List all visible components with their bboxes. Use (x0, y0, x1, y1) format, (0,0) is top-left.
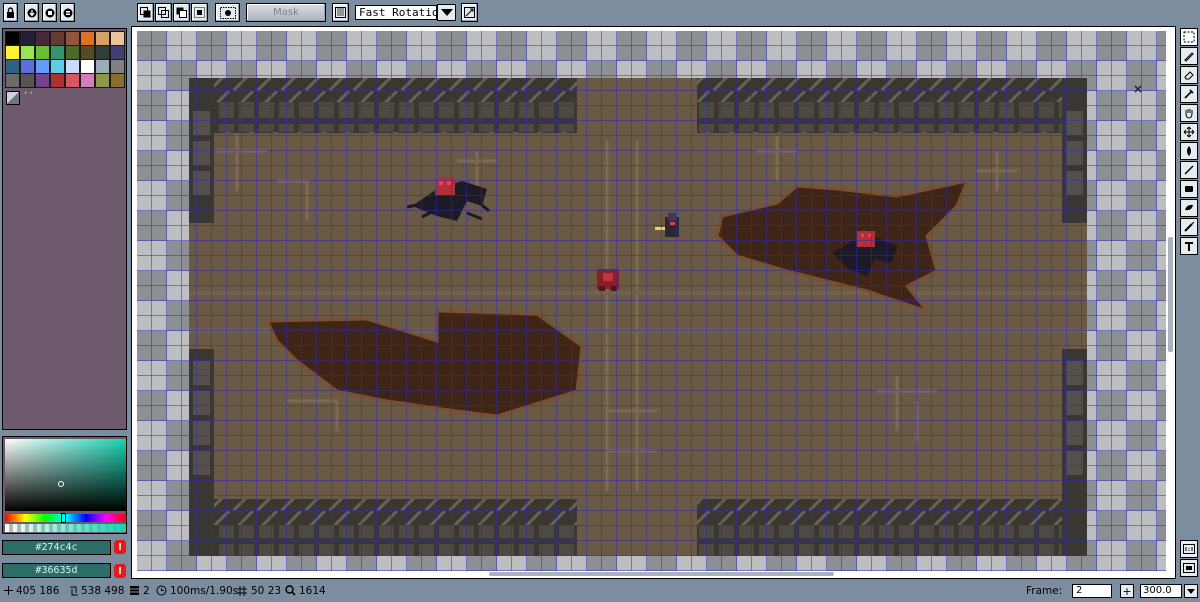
clock-icon (156, 585, 167, 596)
rectangle-icon[interactable] (1180, 180, 1198, 198)
pixel-perfect-icon[interactable] (332, 3, 349, 22)
zoom-percent: 1614 (299, 585, 326, 597)
fit-to-window-icon[interactable] (1180, 559, 1198, 577)
layer-number: 2 (143, 585, 150, 597)
palette-swatch[interactable] (19, 30, 35, 46)
palette-panel: '' (2, 28, 127, 430)
selection-subtract-icon[interactable] (173, 3, 190, 22)
view-tools (1180, 540, 1198, 578)
cursor-position-icon (4, 586, 13, 595)
eraser-icon[interactable] (1180, 66, 1198, 84)
alpha-slider[interactable] (5, 524, 126, 532)
palette-options-icon[interactable] (6, 91, 20, 105)
menu-icon[interactable] (60, 3, 75, 22)
selection-replace-icon[interactable] (137, 3, 154, 22)
zoom-icon (285, 585, 296, 596)
blur-icon[interactable] (1180, 218, 1198, 236)
palette-swatch[interactable] (19, 44, 35, 60)
palette-swatch[interactable] (34, 72, 50, 88)
move-icon[interactable] (1180, 123, 1198, 141)
palette-swatch[interactable] (34, 30, 50, 46)
warning-icon[interactable]: ! (114, 540, 126, 554)
palette-swatch[interactable] (94, 58, 110, 74)
transparent-color-icon[interactable] (215, 3, 240, 22)
vertical-scroll-thumb[interactable] (1168, 237, 1173, 352)
ellipse-icon[interactable] (1180, 199, 1198, 217)
palette-grid (4, 30, 126, 88)
lock-icon[interactable] (3, 3, 18, 22)
mask-button[interactable]: Mask (246, 3, 326, 22)
new-frame-button[interactable]: + (1120, 584, 1134, 598)
color-picker (2, 436, 127, 534)
palette-swatch[interactable] (19, 72, 35, 88)
palette-swatch[interactable] (4, 44, 20, 60)
background-color-field[interactable]: #36635d (2, 563, 111, 578)
sprite-canvas-image[interactable] (137, 31, 1167, 573)
palette-swatch[interactable] (109, 30, 125, 46)
frame-input[interactable]: 2 (1072, 584, 1112, 598)
palette-swatch[interactable] (109, 72, 125, 88)
save-down-icon[interactable] (24, 3, 39, 22)
selection-size: 538 498 (81, 585, 125, 597)
top-toolbar: Mask Fast Rotation (0, 0, 1200, 28)
line-icon[interactable] (1180, 161, 1198, 179)
palette-swatch[interactable] (4, 72, 20, 88)
palette-swatch[interactable] (79, 58, 95, 74)
pixel-grid (137, 31, 1167, 573)
palette-swatch[interactable] (79, 72, 95, 88)
pivot-icon[interactable] (461, 3, 478, 22)
stop-icon[interactable] (42, 3, 57, 22)
palette-mini-label: '' (23, 91, 34, 101)
palette-swatch[interactable] (109, 58, 125, 74)
palette-swatch[interactable] (79, 44, 95, 60)
selection-size-icon (70, 586, 78, 596)
palette-swatch[interactable] (4, 58, 20, 74)
status-bar: 405 186 538 498 2 100ms/1.90s 50 23 1614… (0, 581, 1200, 602)
palette-swatch[interactable] (4, 30, 20, 46)
palette-swatch[interactable] (49, 44, 65, 60)
text-icon[interactable] (1180, 237, 1198, 255)
foreground-color-field[interactable]: #274c4c (2, 540, 111, 555)
hue-cursor[interactable] (61, 513, 66, 523)
palette-swatch[interactable] (49, 58, 65, 74)
palette-swatch[interactable] (79, 30, 95, 46)
marquee-icon[interactable] (1180, 28, 1198, 46)
chevron-down-icon[interactable] (1184, 584, 1198, 598)
grid-icon (237, 586, 247, 596)
sprite-canvas[interactable] (131, 26, 1176, 579)
zoom-input[interactable]: 300.0 (1140, 584, 1182, 598)
saturation-value-area[interactable] (5, 439, 126, 511)
tool-bar (1180, 28, 1198, 256)
eyedropper-icon[interactable] (1180, 85, 1198, 103)
horizontal-scroll-thumb[interactable] (489, 572, 834, 576)
palette-swatch[interactable] (64, 44, 80, 60)
paint-bucket-icon[interactable] (1180, 142, 1198, 160)
palette-swatch[interactable] (34, 58, 50, 74)
palette-swatch[interactable] (49, 30, 65, 46)
palette-swatch[interactable] (34, 44, 50, 60)
pencil-icon[interactable] (1180, 47, 1198, 65)
selection-add-icon[interactable] (155, 3, 172, 22)
palette-swatch[interactable] (19, 58, 35, 74)
layer-icon (130, 586, 139, 595)
frame-timing: 100ms/1.90s (170, 585, 239, 597)
palette-swatch[interactable] (94, 30, 110, 46)
palette-swatch[interactable] (109, 44, 125, 60)
chevron-down-icon[interactable] (437, 4, 456, 21)
frame-label: Frame: (1026, 585, 1063, 597)
selection-intersect-icon[interactable] (191, 3, 208, 22)
cursor-position: 405 186 (16, 585, 60, 597)
palette-swatch[interactable] (64, 30, 80, 46)
actual-size-icon[interactable] (1180, 540, 1198, 558)
hand-icon[interactable] (1180, 104, 1198, 122)
palette-swatch[interactable] (94, 44, 110, 60)
palette-swatch[interactable] (64, 58, 80, 74)
palette-swatch[interactable] (49, 72, 65, 88)
warning-icon[interactable]: ! (114, 564, 126, 578)
rotation-algorithm-select[interactable]: Fast Rotation (355, 5, 437, 20)
grid-size: 50 23 (251, 585, 282, 597)
palette-swatch[interactable] (94, 72, 110, 88)
palette-swatch[interactable] (64, 72, 80, 88)
sv-cursor[interactable] (58, 481, 64, 487)
